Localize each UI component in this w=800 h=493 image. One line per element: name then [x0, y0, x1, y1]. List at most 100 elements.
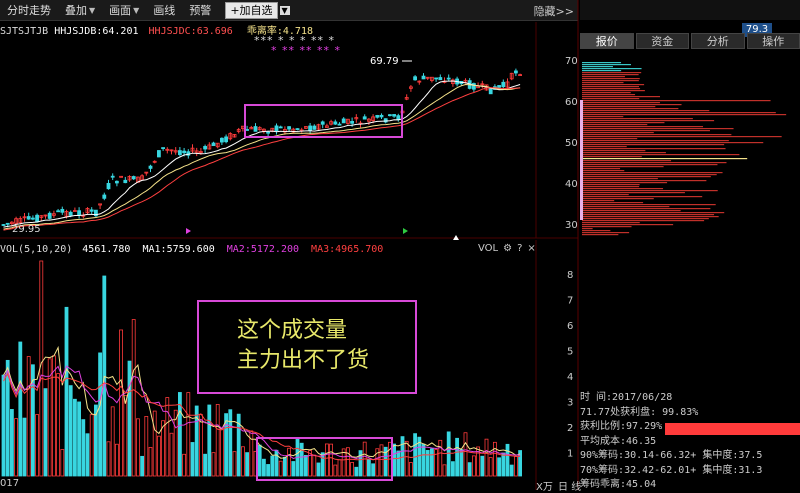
- candle: [2, 225, 5, 226]
- chip-bar: [582, 94, 635, 95]
- annotation-box: [198, 301, 416, 393]
- chip-bar: [582, 208, 710, 209]
- candle: [367, 119, 370, 121]
- candle: [69, 212, 72, 215]
- candle: [296, 129, 299, 130]
- chip-bar: [582, 136, 782, 137]
- chip-bar: [582, 186, 639, 187]
- chip-bar: [582, 174, 717, 175]
- candle: [460, 81, 463, 83]
- volume-bar: [422, 444, 425, 476]
- candle: [447, 78, 450, 79]
- volume-bar: [250, 431, 253, 476]
- volume-bar: [136, 419, 139, 476]
- highlight-box-volume: [257, 438, 392, 480]
- chip-bar: [582, 134, 731, 135]
- volume-bar: [174, 410, 177, 476]
- chip-bar: [582, 166, 664, 167]
- candle: [229, 134, 232, 139]
- help-icon[interactable]: ?: [517, 243, 522, 254]
- tab-operate[interactable]: 操作: [747, 33, 800, 49]
- candle: [481, 84, 484, 85]
- chip-bar: [582, 140, 729, 141]
- volume-bar: [472, 456, 475, 476]
- tab-funds[interactable]: 资金: [636, 33, 690, 49]
- chip-bar: [582, 112, 776, 113]
- candle: [170, 150, 173, 151]
- volume-bar: [132, 320, 135, 476]
- chip-bar: [582, 232, 629, 233]
- candle: [90, 210, 93, 211]
- volume-bar: [107, 442, 110, 476]
- chip-bar: [582, 82, 623, 83]
- toolbar-overlay[interactable]: 叠加▼: [58, 2, 102, 18]
- info-chip-gap: 筹码乖离:45.04: [580, 478, 800, 493]
- candle: [363, 117, 366, 119]
- info-profit-at: 71.77处获利盘: 99.83%: [580, 406, 800, 421]
- chip-axis-label: 30: [565, 220, 578, 231]
- candle: [216, 143, 219, 147]
- candle: [292, 129, 295, 132]
- signal-marker-mid: [403, 228, 408, 234]
- candle: [149, 166, 152, 168]
- candle: [199, 152, 202, 153]
- volume-bar: [498, 458, 501, 476]
- hide-panel-link[interactable]: 隐藏>>: [534, 3, 574, 19]
- volume-bar: [304, 455, 307, 476]
- candle: [15, 219, 18, 224]
- volume-bar: [149, 447, 152, 476]
- candle: [304, 127, 307, 129]
- vol-label[interactable]: VOL: [478, 243, 498, 254]
- add-watchlist-button[interactable]: +加自选▼: [218, 2, 296, 19]
- vol-axis-label: 2: [567, 423, 573, 434]
- volume-bar: [372, 464, 375, 476]
- candle: [422, 76, 425, 79]
- volume-bar: [187, 393, 190, 476]
- vol-ma1: MA1:5759.600: [142, 244, 214, 255]
- volume-bar: [90, 415, 93, 476]
- volume-bar: [351, 462, 354, 476]
- vol-name: VOL(5,10,20): [0, 244, 72, 255]
- chip-bar: [582, 150, 645, 151]
- candle: [409, 87, 412, 88]
- candle: [384, 119, 387, 122]
- volume-bar: [493, 442, 496, 476]
- chip-bar: [582, 124, 647, 125]
- chevron-down-icon[interactable]: ▼: [280, 6, 290, 15]
- period-text[interactable]: 日 线: [558, 482, 581, 493]
- volume-bar: [141, 456, 144, 476]
- volume-bar: [36, 415, 39, 476]
- chip-bar: [582, 76, 625, 77]
- chip-bar: [582, 214, 714, 215]
- candle: [195, 151, 198, 153]
- close-icon[interactable]: ×: [527, 243, 535, 254]
- candle: [342, 119, 345, 123]
- candle: [82, 215, 85, 216]
- toolbar-alert[interactable]: 预警: [182, 2, 218, 18]
- right-panel-tabs: 报价 资金 分析 操作: [580, 33, 800, 49]
- vol-ma-yellow: [4, 348, 521, 459]
- candle: [241, 126, 244, 128]
- candle: [359, 123, 362, 124]
- volume-bar: [325, 444, 328, 476]
- vol-ma3: MA3:4965.700: [311, 244, 383, 255]
- chip-bar: [582, 176, 711, 177]
- volume-bar: [162, 421, 165, 476]
- info-time: 时 间:2017/06/28: [580, 391, 800, 406]
- info-avg-cost: 平均成本:46.35: [580, 435, 800, 450]
- toolbar-view[interactable]: 画面▼: [102, 2, 146, 18]
- chip-bar: [582, 162, 726, 163]
- vol-ma-red: [4, 374, 521, 460]
- volume-bar: [94, 405, 97, 476]
- tab-quote[interactable]: 报价: [580, 33, 634, 49]
- volume-bar: [519, 451, 522, 476]
- toolbar-intraday[interactable]: 分时走势: [0, 2, 58, 18]
- tab-analysis[interactable]: 分析: [691, 33, 745, 49]
- chip-axis-label: 60: [565, 97, 578, 108]
- chip-bar: [582, 180, 706, 181]
- toolbar-draw[interactable]: 画线: [146, 2, 182, 18]
- volume-bar: [430, 449, 433, 476]
- candle: [162, 148, 165, 149]
- candle: [275, 126, 278, 131]
- gear-icon[interactable]: ⚙: [503, 243, 512, 254]
